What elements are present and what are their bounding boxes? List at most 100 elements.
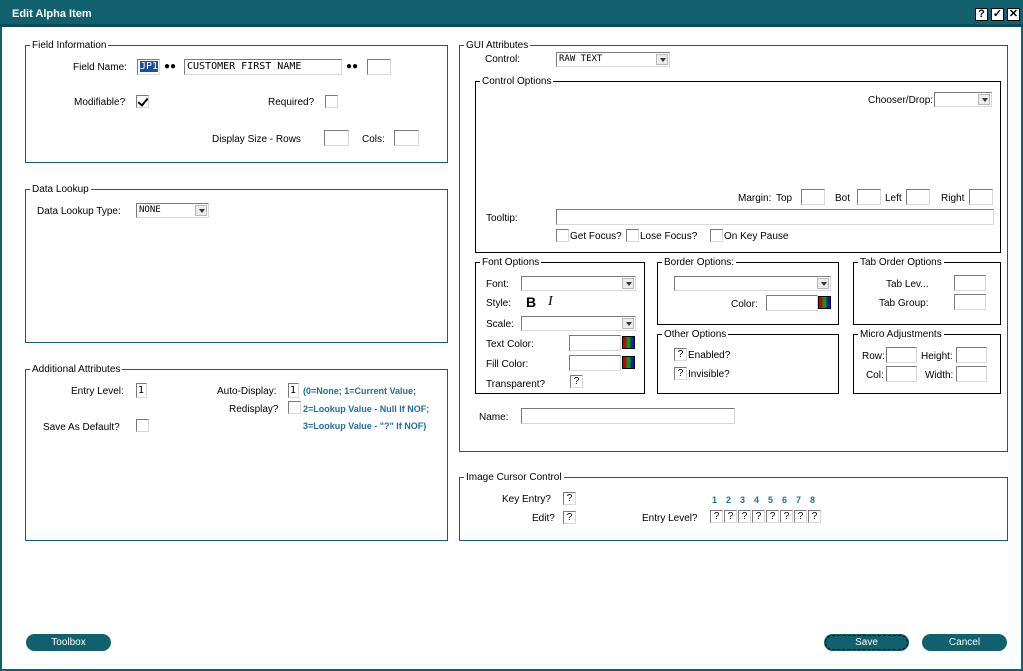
close-button[interactable]: ✕ xyxy=(1007,8,1020,21)
entry-level-checkbox[interactable]: ? xyxy=(766,510,779,523)
window-title: Edit Alpha Item xyxy=(12,8,92,20)
control-select[interactable]: RAW TEXT xyxy=(556,52,670,67)
control-value: RAW TEXT xyxy=(559,54,603,64)
chevron-down-icon[interactable] xyxy=(978,94,990,105)
entry-level-checkbox[interactable]: ? xyxy=(780,510,793,523)
chevron-down-icon[interactable] xyxy=(656,54,668,65)
transparent-checkbox[interactable]: ? xyxy=(570,375,583,388)
data-lookup-type-select[interactable]: NONE xyxy=(136,203,209,218)
italic-button[interactable]: I xyxy=(548,294,553,310)
enabled-checkbox[interactable]: ? xyxy=(674,348,687,361)
cols-label: Cols: xyxy=(362,134,385,145)
required-checkbox[interactable] xyxy=(325,95,338,108)
margin-top-input[interactable] xyxy=(801,189,825,205)
micro-adjustments-group: Micro Adjustments Row: Height: Col: Widt… xyxy=(853,329,1001,394)
tab-level-input[interactable] xyxy=(954,275,986,291)
on-key-pause-checkbox[interactable] xyxy=(710,229,723,242)
field-prefix-input[interactable]: JP1 xyxy=(137,59,160,75)
gui-attributes-legend: GUI Attributes xyxy=(464,40,531,51)
height-label: Height: xyxy=(921,351,953,362)
ok-button[interactable]: ✓ xyxy=(991,8,1004,21)
binoculars-icon[interactable]: ●● xyxy=(345,60,359,74)
tab-order-options-group: Tab Order Options Tab Lev... Tab Group: xyxy=(853,257,1001,325)
transparent-label: Transparent? xyxy=(486,379,546,390)
entry-level-checkbox[interactable]: ? xyxy=(724,510,737,523)
tab-group-input[interactable] xyxy=(954,294,986,310)
save-button[interactable]: Save xyxy=(824,634,909,651)
entry-level-label: Entry Level: xyxy=(71,386,124,397)
edit-checkbox[interactable]: ? xyxy=(563,511,576,524)
style-label: Style: xyxy=(486,298,512,309)
binoculars-icon[interactable]: ●● xyxy=(163,60,177,74)
get-focus-checkbox[interactable] xyxy=(556,229,569,242)
redisplay-label: Redisplay? xyxy=(229,404,279,415)
invisible-label: Invisible? xyxy=(688,369,730,380)
bold-button[interactable]: B xyxy=(526,294,536,310)
required-label: Required? xyxy=(268,97,315,108)
display-cols-input[interactable] xyxy=(394,130,419,146)
entry-level-checkbox[interactable]: ? xyxy=(808,510,821,523)
chevron-down-icon[interactable] xyxy=(622,318,634,329)
data-lookup-type-label: Data Lookup Type: xyxy=(37,206,121,217)
width-input[interactable] xyxy=(956,366,987,382)
tooltip-input[interactable] xyxy=(556,209,994,225)
margin-right-input[interactable] xyxy=(969,189,993,205)
chevron-down-icon[interactable] xyxy=(195,205,207,216)
control-label: Control: xyxy=(485,54,521,65)
save-as-default-checkbox[interactable] xyxy=(136,419,149,432)
col-label: Col: xyxy=(866,370,884,381)
tab-group-label: Tab Group: xyxy=(879,298,929,309)
row-input[interactable] xyxy=(886,347,917,363)
entry-level-checkbox[interactable]: ? xyxy=(710,510,723,523)
name-label: Name: xyxy=(479,412,509,423)
modifiable-label: Modifiable? xyxy=(74,97,126,108)
image-cursor-control-group: Image Cursor Control Key Entry? ? Edit? … xyxy=(459,472,1008,541)
chevron-down-icon[interactable] xyxy=(622,278,634,289)
col-input[interactable] xyxy=(886,366,917,382)
fill-color-input[interactable] xyxy=(569,355,621,371)
other-options-group: Other Options ? Enabled? ? Invisible? xyxy=(657,329,839,394)
field-extra-input[interactable] xyxy=(367,59,391,75)
modifiable-checkbox[interactable] xyxy=(136,95,149,108)
margin-left-input[interactable] xyxy=(906,189,930,205)
cancel-button[interactable]: Cancel xyxy=(922,634,1007,651)
color-picker-icon[interactable] xyxy=(622,356,635,369)
margin-bot-input[interactable] xyxy=(857,189,881,205)
scale-select[interactable] xyxy=(521,316,636,331)
entry-level-checkbox[interactable]: ? xyxy=(752,510,765,523)
entry-level-input[interactable]: 1 xyxy=(136,383,147,398)
field-name-input[interactable]: CUSTOMER FIRST NAME xyxy=(184,59,342,75)
entry-level-number: 5 xyxy=(768,495,774,505)
auto-display-note-line3: 3=Lookup Value - "?" If NOF) xyxy=(303,421,427,431)
font-select[interactable] xyxy=(521,276,636,291)
key-entry-label: Key Entry? xyxy=(502,494,551,505)
entry-level-number: 6 xyxy=(782,495,788,505)
invisible-checkbox[interactable]: ? xyxy=(674,367,687,380)
entry-level-number: 7 xyxy=(796,495,802,505)
data-lookup-legend: Data Lookup xyxy=(30,184,91,195)
entry-level-checkbox[interactable]: ? xyxy=(738,510,751,523)
color-picker-icon[interactable] xyxy=(622,336,635,349)
redisplay-checkbox[interactable] xyxy=(288,401,301,414)
toolbox-button[interactable]: Toolbox xyxy=(26,634,111,651)
entry-level-checkbox[interactable]: ? xyxy=(794,510,807,523)
key-entry-checkbox[interactable]: ? xyxy=(563,492,576,505)
entry-level-question-label: Entry Level? xyxy=(642,513,698,524)
display-rows-input[interactable] xyxy=(324,130,349,146)
border-color-input[interactable] xyxy=(766,295,818,311)
additional-attributes-legend: Additional Attributes xyxy=(30,364,123,375)
name-input[interactable] xyxy=(521,408,735,424)
lose-focus-checkbox[interactable] xyxy=(626,229,639,242)
font-options-legend: Font Options xyxy=(480,257,542,268)
help-button[interactable]: ? xyxy=(975,8,988,21)
color-picker-icon[interactable] xyxy=(818,296,831,309)
height-input[interactable] xyxy=(956,347,987,363)
auto-display-input[interactable]: 1 xyxy=(288,383,299,398)
gui-attributes-group: GUI Attributes Control: RAW TEXT Control… xyxy=(459,40,1008,452)
chooser-drop-select[interactable] xyxy=(934,92,992,107)
field-name-label: Field Name: xyxy=(73,62,127,73)
text-color-input[interactable] xyxy=(569,335,621,351)
margin-right-label: Right xyxy=(941,193,965,204)
chevron-down-icon[interactable] xyxy=(817,278,829,289)
border-style-select[interactable] xyxy=(674,276,831,291)
